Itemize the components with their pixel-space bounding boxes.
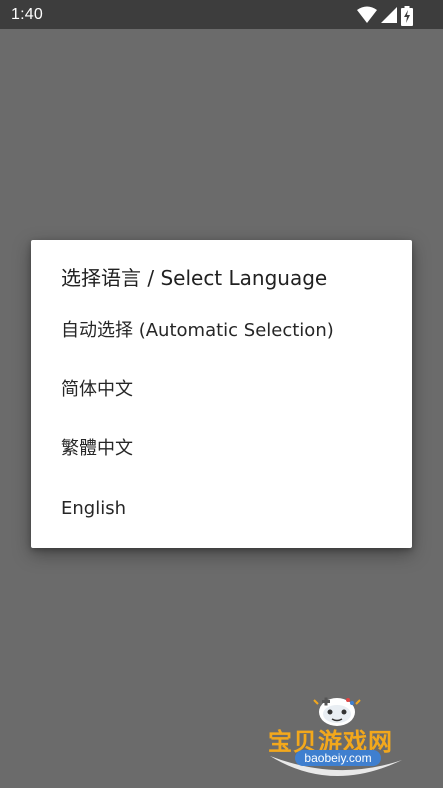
- option-english[interactable]: English: [31, 481, 412, 537]
- option-label: 简体中文: [61, 379, 133, 400]
- option-traditional-chinese[interactable]: 繁體中文: [31, 421, 412, 477]
- watermark-url: baobeiy.com: [295, 750, 381, 766]
- status-icons: [357, 6, 413, 26]
- status-time: 1:40: [11, 6, 43, 23]
- option-label: English: [61, 498, 126, 519]
- option-automatic[interactable]: 自动选择 (Automatic Selection): [31, 303, 412, 359]
- wifi-icon: [357, 6, 377, 24]
- language-dialog: 选择语言 / Select Language 自动选择 (Automatic S…: [31, 240, 412, 548]
- dialog-title: 选择语言 / Select Language: [61, 266, 328, 290]
- battery-charging-icon: [401, 6, 413, 26]
- watermark-logo: 宝贝游戏网 baobeiy.com: [262, 690, 422, 782]
- status-bar: 1:40: [0, 0, 443, 29]
- option-label: 自动选择 (Automatic Selection): [61, 320, 334, 341]
- signal-icon: [381, 6, 397, 24]
- option-simplified-chinese[interactable]: 简体中文: [31, 362, 412, 418]
- option-label: 繁體中文: [61, 438, 133, 459]
